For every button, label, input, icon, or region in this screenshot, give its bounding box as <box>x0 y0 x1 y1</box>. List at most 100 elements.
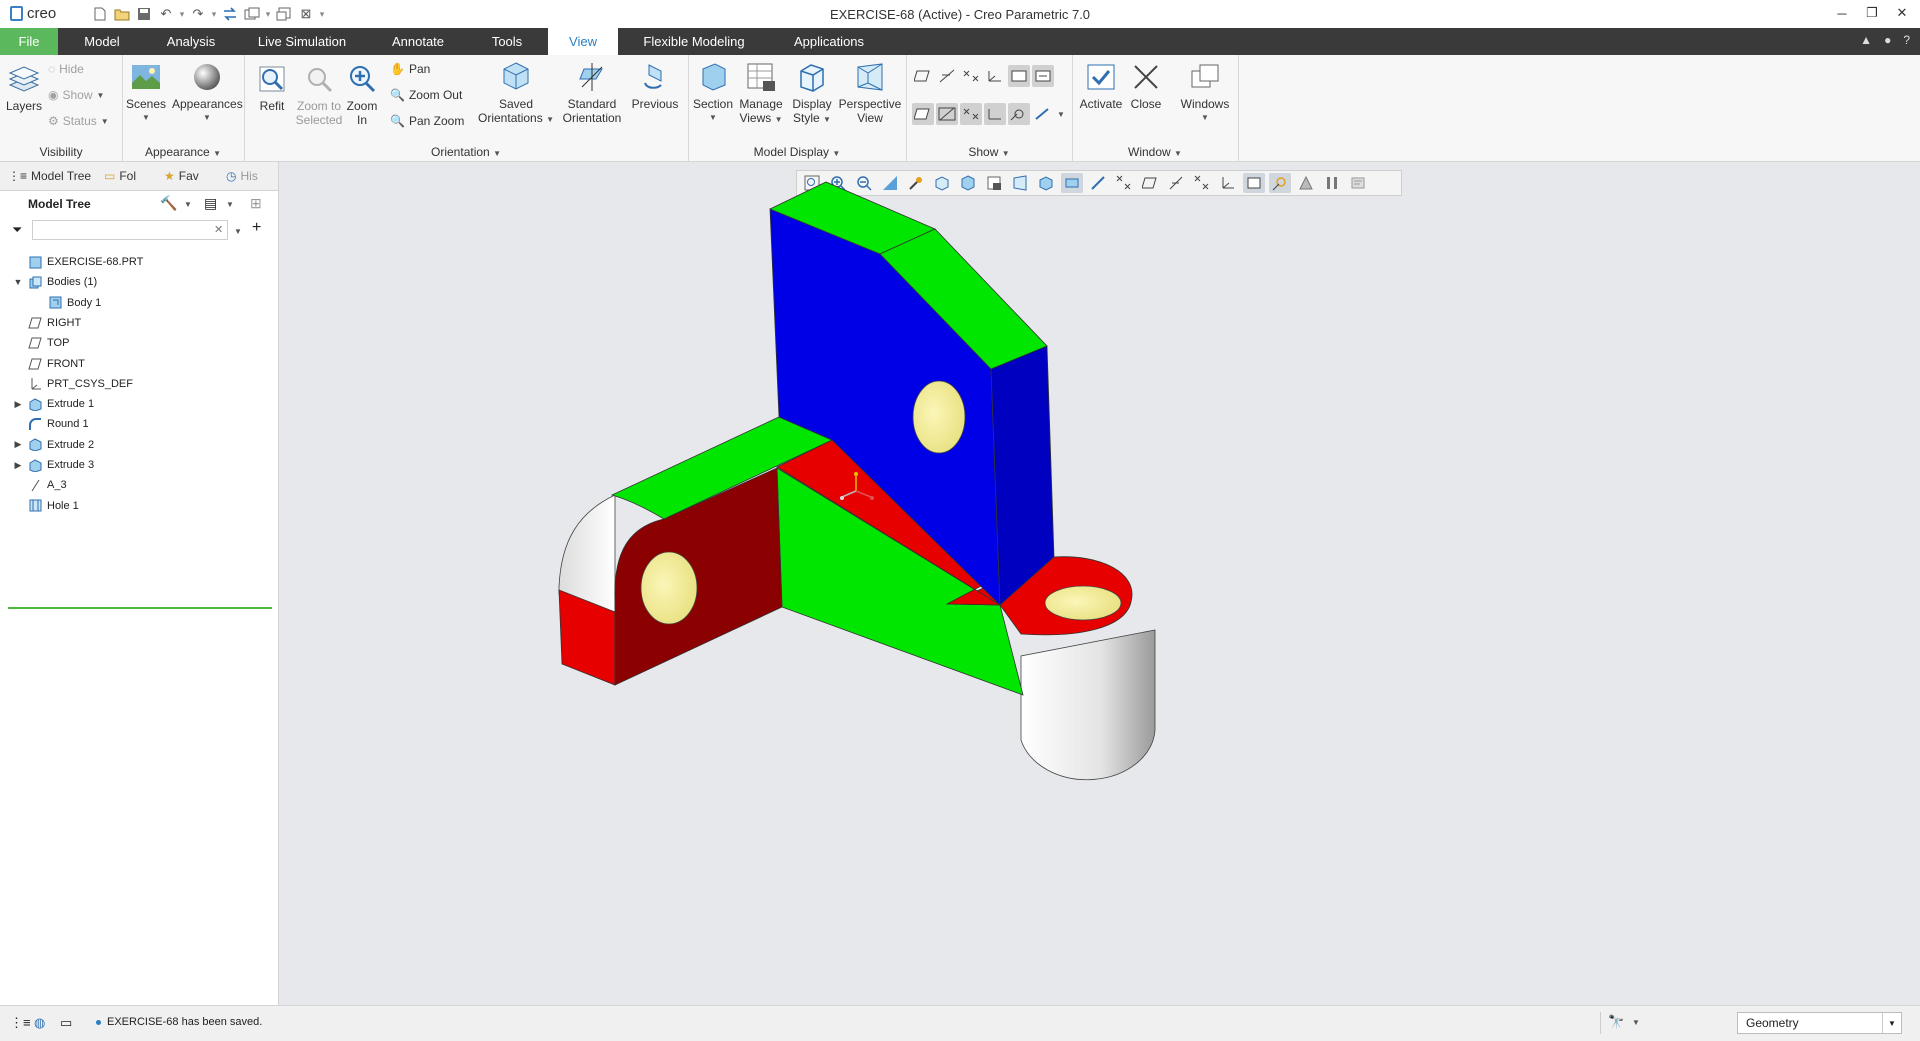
selection-filter-dropdown[interactable]: Geometry ▼ <box>1737 1012 1902 1034</box>
open-folder-icon[interactable] <box>112 4 132 24</box>
redo-icon[interactable]: ↷ <box>188 4 208 24</box>
axis-tag-display-icon[interactable] <box>936 103 958 125</box>
plane-tag-display-icon[interactable] <box>912 103 934 125</box>
activate-button[interactable]: Activate <box>1076 61 1126 111</box>
tab-analysis[interactable]: Analysis <box>160 28 222 55</box>
regenerate-icon[interactable] <box>220 4 240 24</box>
close-button[interactable]: Close <box>1126 61 1166 111</box>
zoom-out-button[interactable]: 🔍 Zoom Out <box>390 85 462 105</box>
tag-display-icon[interactable] <box>1032 65 1054 87</box>
help-icon[interactable]: ? <box>1903 33 1910 47</box>
tab-model-tree[interactable]: ⋮≡ Model Tree <box>8 166 91 186</box>
save-icon[interactable] <box>134 4 154 24</box>
point-display-icon[interactable] <box>960 65 982 87</box>
toggle-navigator-icon[interactable]: ⋮≡ <box>10 1015 31 1031</box>
axis-display-icon[interactable] <box>936 65 958 87</box>
standard-orientation-button[interactable]: Standard Orientation <box>560 61 624 125</box>
csys-display-icon[interactable] <box>984 65 1006 87</box>
new-file-icon[interactable] <box>90 4 110 24</box>
toggle-browser-icon[interactable]: ◍ <box>34 1015 45 1031</box>
tab-favorites[interactable]: ★ Fav <box>164 166 199 186</box>
undo-icon[interactable]: ↶ <box>156 4 176 24</box>
section-button[interactable]: Section ▼ <box>692 61 734 125</box>
tree-filter-toggle-icon[interactable]: ⊞ <box>250 195 262 212</box>
appearance-group-label[interactable]: Appearance ▼ <box>122 145 244 159</box>
graphics-window[interactable] <box>279 162 1920 1005</box>
spin-center-display-icon[interactable] <box>1008 103 1030 125</box>
right-lug-cylinder-face[interactable] <box>1020 629 1156 781</box>
visibility-group: Layers ◌ Hide ◉ Show ▼ ⚙ Status ▼ Visibi… <box>0 55 123 161</box>
orientation-group-label[interactable]: Orientation ▼ <box>244 145 688 159</box>
restore-icon[interactable]: ❐ <box>1864 4 1880 22</box>
show-group-label[interactable]: Show ▼ <box>906 145 1072 159</box>
tab-applications[interactable]: Applications <box>784 28 874 55</box>
status-button[interactable]: ⚙ Status ▼ <box>48 111 109 131</box>
status-dropdown-icon: ▼ <box>100 116 109 126</box>
insert-here-indicator[interactable] <box>8 607 272 609</box>
refit-button[interactable]: Refit <box>254 63 290 113</box>
close-window-icon[interactable] <box>274 4 294 24</box>
tab-file[interactable]: File <box>0 28 58 55</box>
left-lug-hole[interactable] <box>640 551 698 625</box>
display-style-button[interactable]: Display Style ▼ <box>788 61 836 127</box>
show-group-label-text: Show <box>968 145 999 159</box>
sketch-display-icon[interactable] <box>1032 103 1054 125</box>
layers-button[interactable]: Layers <box>4 63 44 113</box>
zoom-to-selected-button[interactable]: Zoom to Selected <box>292 63 346 127</box>
model-display-group-label[interactable]: Model Display ▼ <box>688 145 906 159</box>
right-lug-hole[interactable] <box>1044 585 1122 621</box>
undo-dropdown-icon[interactable]: ▾ <box>178 4 186 24</box>
tree-settings-icon[interactable]: 🔨 <box>160 195 177 212</box>
scenes-button[interactable]: Scenes ▼ <box>126 61 166 125</box>
previous-button[interactable]: Previous <box>628 61 682 111</box>
clear-search-icon[interactable]: ✕ <box>214 223 223 236</box>
point-tag-display-icon[interactable] <box>960 103 982 125</box>
annotation-display-icon[interactable] <box>1008 65 1030 87</box>
search-dropdown-icon[interactable]: ▼ <box>234 227 242 236</box>
customize-toolbar-icon[interactable]: ▾ <box>318 4 326 24</box>
minimize-ribbon-icon[interactable]: ▲ <box>1860 33 1872 47</box>
model-display-group-dropdown-icon: ▼ <box>832 149 841 158</box>
tab-folder-browser[interactable]: ▭ Fol <box>104 166 136 186</box>
find-dropdown-icon[interactable]: ▼ <box>1632 1018 1640 1027</box>
windows-switch-icon[interactable] <box>242 4 262 24</box>
plane-display-icon[interactable] <box>912 65 934 87</box>
scenes-dropdown-icon: ▼ <box>142 113 150 122</box>
tab-history[interactable]: ◷ His <box>226 166 258 186</box>
close-icon[interactable]: ✕ <box>1894 4 1910 22</box>
find-icon[interactable]: 🔭 <box>1608 1014 1624 1030</box>
hide-button[interactable]: ◌ Hide <box>48 59 84 79</box>
tree-search-input[interactable] <box>32 220 228 240</box>
appearances-button[interactable]: Appearances ▼ <box>172 61 243 125</box>
wall-hole[interactable] <box>912 380 966 454</box>
erase-icon[interactable]: ⊠ <box>296 4 316 24</box>
minimize-icon[interactable]: ─ <box>1834 4 1850 22</box>
perspective-view-button[interactable]: Perspective View <box>838 61 902 125</box>
full-screen-icon[interactable]: ▭ <box>60 1015 72 1031</box>
zoom-out-label: Zoom Out <box>408 88 463 102</box>
pan-button[interactable]: ✋ Pan <box>390 59 430 79</box>
manage-views-button[interactable]: Manage Views ▼ <box>736 61 786 127</box>
show-button[interactable]: ◉ Show ▼ <box>48 85 104 105</box>
tab-annotate[interactable]: Annotate <box>382 28 454 55</box>
window-group-label[interactable]: Window ▼ <box>1072 145 1238 159</box>
tab-tools[interactable]: Tools <box>482 28 532 55</box>
user-icon[interactable]: ● <box>1884 33 1891 47</box>
windows-dropdown-icon[interactable]: ▾ <box>264 4 272 24</box>
tree-columns-icon[interactable]: ▤ <box>204 195 217 212</box>
tab-flexible-modeling[interactable]: Flexible Modeling <box>634 28 754 55</box>
tree-columns-dropdown-icon[interactable]: ▼ <box>226 200 234 209</box>
tree-settings-dropdown-icon[interactable]: ▼ <box>184 200 192 209</box>
tab-live-simulation[interactable]: Live Simulation <box>252 28 352 55</box>
windows-button[interactable]: Windows ▼ <box>1176 61 1234 125</box>
show-more-dropdown-icon[interactable]: ▼ <box>1054 103 1068 125</box>
tab-view[interactable]: View <box>548 28 618 55</box>
csys-tag-display-icon[interactable] <box>984 103 1006 125</box>
pan-zoom-button[interactable]: 🔍 Pan Zoom <box>390 111 464 131</box>
add-column-icon[interactable]: + <box>252 219 261 237</box>
tab-model[interactable]: Model <box>76 28 128 55</box>
redo-dropdown-icon[interactable]: ▾ <box>210 4 218 24</box>
zoom-in-button[interactable]: Zoom In <box>344 63 380 127</box>
part-model-view[interactable] <box>279 162 1920 1005</box>
saved-orientations-button[interactable]: Saved Orientations ▼ <box>478 61 554 127</box>
